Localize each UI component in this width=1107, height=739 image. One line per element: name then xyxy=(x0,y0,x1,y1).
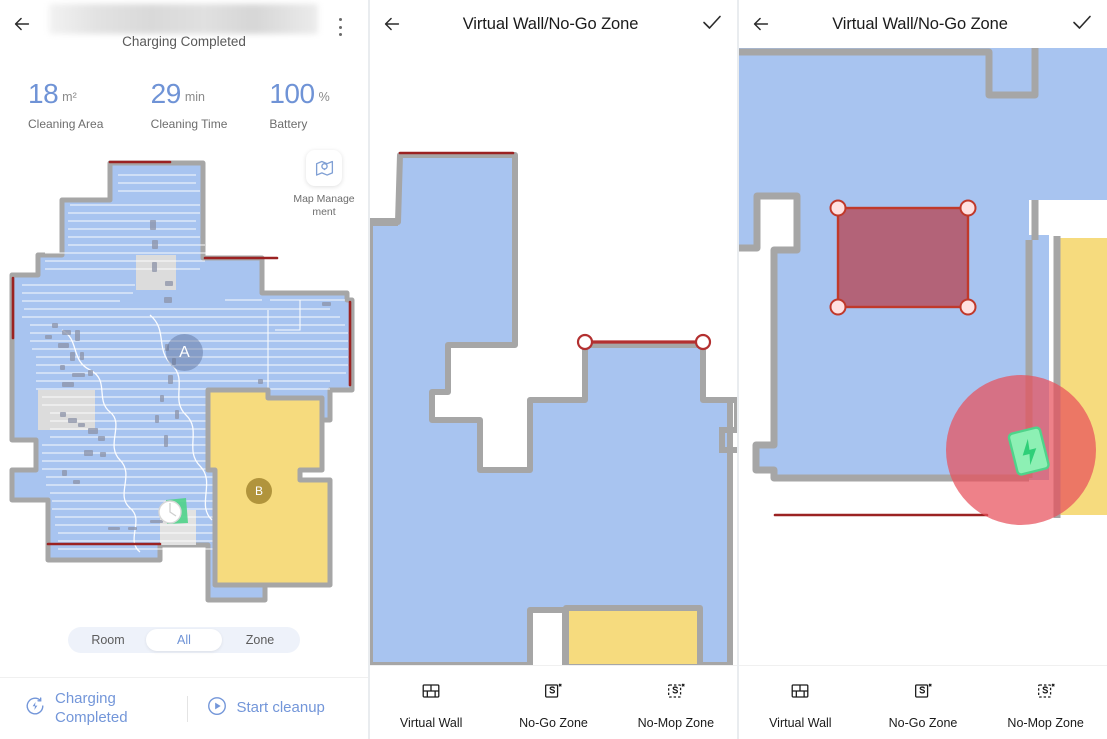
app-screen: Charging Completed 18 m² Cleaning Area 29… xyxy=(0,0,1107,739)
confirm-button[interactable] xyxy=(687,0,737,48)
mid-header: Virtual Wall/No-Go Zone xyxy=(370,0,737,48)
device-status-subtitle: Charging Completed xyxy=(122,34,246,49)
tool-label: No-Mop Zone xyxy=(1007,715,1084,730)
tool-label: No-Go Zone xyxy=(888,715,958,730)
back-button[interactable] xyxy=(370,0,414,48)
mid-map-canvas xyxy=(370,0,737,739)
segment-all[interactable]: All xyxy=(146,629,222,651)
page-title: Virtual Wall/No-Go Zone xyxy=(832,14,1008,33)
tool-no-mop-zone[interactable]: No-Mop Zone xyxy=(1007,680,1085,730)
no-go-zone-editor-panel: Virtual Wall/No-Go Zone Virtual Wall No-… xyxy=(739,0,1107,739)
tool-label: No-Mop Zone xyxy=(637,715,715,730)
stats-row: 18 m² Cleaning Area 29 min Cleaning Time 1… xyxy=(0,58,368,132)
stat-cleaning-time: 29 min Cleaning Time xyxy=(127,78,250,132)
stat-cleaning-area: 18 m² Cleaning Area xyxy=(0,78,127,132)
charging-bolt-icon xyxy=(24,695,46,722)
tool-no-go-zone[interactable]: No-Go Zone xyxy=(884,680,962,730)
mid-toolbar: Virtual Wall No-Go Zone No-Mop Zone xyxy=(370,665,737,739)
no-mop-zone-icon xyxy=(665,680,687,707)
stat-battery: 100% Battery xyxy=(249,78,368,132)
charging-status-label: Charging Completed xyxy=(55,689,128,726)
right-toolbar: Virtual Wall No-Go Zone No-Mop Zone xyxy=(739,665,1107,739)
tool-label: Virtual Wall xyxy=(769,715,832,730)
back-button[interactable] xyxy=(739,0,783,48)
kebab-menu-icon[interactable] xyxy=(330,16,350,38)
stat-unit: % xyxy=(318,90,330,104)
tool-label: No-Go Zone xyxy=(519,715,588,730)
map-management-button[interactable]: Map Management xyxy=(292,150,356,220)
right-header: Virtual Wall/No-Go Zone xyxy=(739,0,1107,48)
checkmark-icon xyxy=(1070,10,1094,39)
segment-zone[interactable]: Zone xyxy=(222,629,298,651)
stat-unit: m² xyxy=(62,90,77,104)
robot-status-panel: Charging Completed 18 m² Cleaning Area 29… xyxy=(0,0,368,739)
tool-virtual-wall[interactable]: Virtual Wall xyxy=(761,680,839,730)
charging-status-button[interactable]: Charging Completed xyxy=(0,690,187,728)
stat-label: Cleaning Area xyxy=(28,117,104,131)
page-title: Virtual Wall/No-Go Zone xyxy=(462,14,639,33)
back-arrow-icon xyxy=(11,13,33,35)
tool-no-go-zone[interactable]: No-Go Zone xyxy=(514,680,592,730)
virtual-wall-editor-panel: Virtual Wall/No-Go Zone Virtual Wall No-… xyxy=(370,0,737,739)
room-marker-label: A xyxy=(179,343,190,361)
map-management-label: Map Management xyxy=(293,193,355,219)
tool-no-mop-zone[interactable]: No-Mop Zone xyxy=(637,680,715,730)
virtual-wall-icon xyxy=(420,680,442,707)
device-name-blurred xyxy=(49,4,318,34)
left-header: Charging Completed xyxy=(0,0,368,58)
map-settings-icon xyxy=(306,150,342,186)
room-marker-label: B xyxy=(254,484,263,498)
stat-label: Battery xyxy=(269,117,308,131)
left-bottom-bar: Charging Completed Start cleanup xyxy=(0,677,368,739)
back-arrow-icon xyxy=(381,13,403,35)
room-marker-b[interactable]: B xyxy=(246,478,272,504)
stat-value: 18 xyxy=(28,78,59,109)
play-circle-icon xyxy=(206,695,228,722)
no-mop-zone-icon xyxy=(1035,680,1057,707)
stat-value: 29 xyxy=(150,78,182,109)
checkmark-icon xyxy=(700,10,724,39)
start-cleanup-button[interactable]: Start cleanup xyxy=(188,695,369,722)
no-go-zone-icon xyxy=(542,680,564,707)
stat-value: 100 xyxy=(269,78,315,109)
tool-label: Virtual Wall xyxy=(399,715,463,730)
no-go-zone-icon xyxy=(912,680,934,707)
right-map-canvas xyxy=(739,0,1107,739)
virtual-wall-icon xyxy=(789,680,811,707)
segment-room[interactable]: Room xyxy=(70,629,146,651)
confirm-button[interactable] xyxy=(1057,0,1107,48)
stat-label: Cleaning Time xyxy=(150,117,228,131)
stat-unit: min xyxy=(184,90,205,104)
back-arrow-icon xyxy=(750,13,772,35)
room-marker-a[interactable]: A xyxy=(166,334,203,371)
tool-virtual-wall[interactable]: Virtual Wall xyxy=(392,680,470,730)
map-view-segmented-control: Room All Zone xyxy=(68,627,300,653)
start-cleanup-label: Start cleanup xyxy=(236,699,325,717)
